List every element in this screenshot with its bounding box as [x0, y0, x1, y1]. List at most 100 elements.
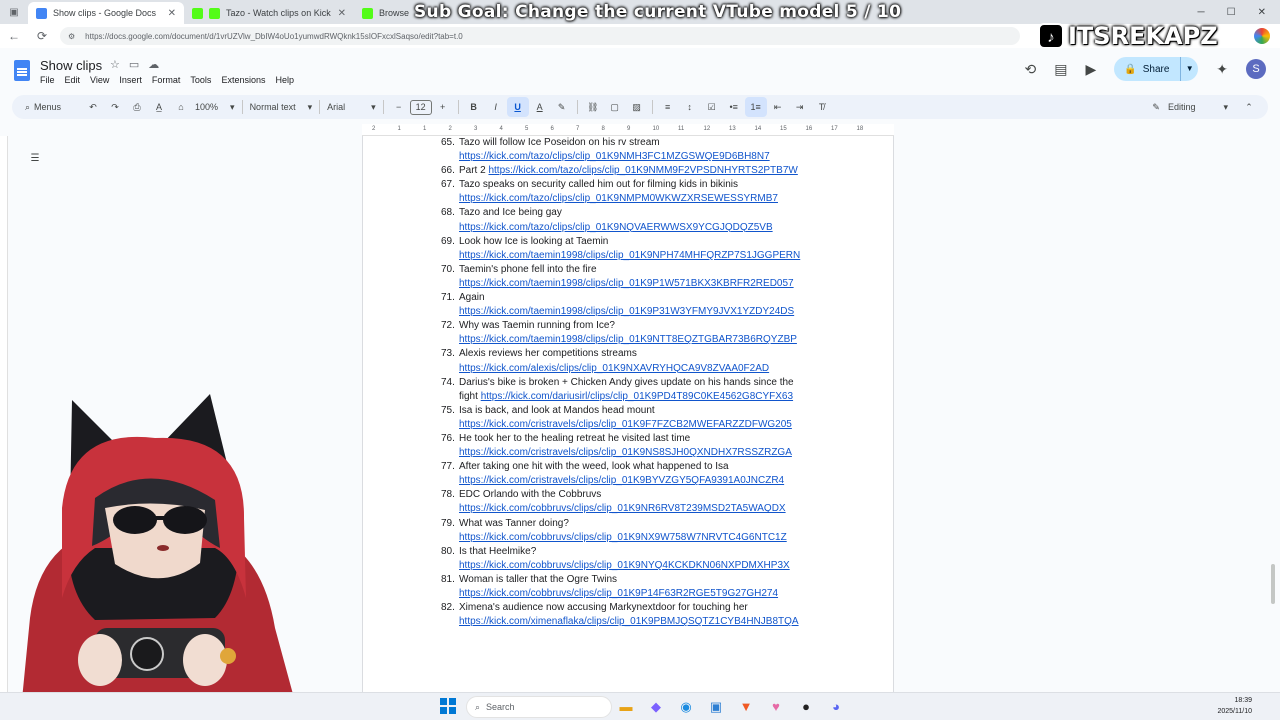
- underline-icon[interactable]: U: [506, 97, 529, 117]
- image-icon[interactable]: ▨: [626, 97, 648, 117]
- comments-icon[interactable]: ▤: [1054, 61, 1067, 78]
- menu-format[interactable]: Format: [152, 75, 181, 85]
- url-field[interactable]: ⚙ https://docs.google.com/document/d/1vr…: [60, 27, 1020, 45]
- line-spacing-icon[interactable]: ↕: [679, 97, 701, 117]
- maximize-icon[interactable]: ☐: [1227, 7, 1236, 18]
- document-title[interactable]: Show clips: [40, 58, 102, 73]
- history-icon[interactable]: ⟲: [1025, 61, 1037, 78]
- italic-icon[interactable]: I: [485, 97, 507, 117]
- menu-extensions[interactable]: Extensions: [221, 75, 265, 85]
- edge-icon[interactable]: ◉: [676, 697, 696, 717]
- paint-format-icon[interactable]: ⌂: [170, 97, 192, 117]
- star-icon[interactable]: ☆: [110, 58, 120, 71]
- ruler-mark: 13: [729, 126, 736, 132]
- obs-icon[interactable]: ●: [796, 697, 816, 717]
- bulleted-list-icon[interactable]: •≡: [723, 97, 745, 117]
- document-outline-icon[interactable]: ☰: [26, 150, 44, 168]
- kick-icon: [192, 7, 203, 19]
- redo-icon[interactable]: ↷: [104, 97, 126, 117]
- tab-actions-icon[interactable]: ▣: [0, 7, 28, 18]
- gemini-icon[interactable]: ✦: [1216, 61, 1228, 78]
- clear-formatting-icon[interactable]: T̸: [811, 97, 833, 117]
- chevron-down-icon[interactable]: ▼: [1180, 57, 1198, 81]
- minimize-icon[interactable]: ─: [1198, 7, 1205, 18]
- checklist-icon[interactable]: ☑: [701, 97, 723, 117]
- font-size-field[interactable]: 12: [409, 99, 432, 115]
- clip-link[interactable]: https://kick.com/taemin1998/clips/clip_0…: [459, 250, 800, 261]
- undo-icon[interactable]: ↶: [82, 97, 104, 117]
- discord-icon[interactable]: ◕: [826, 697, 846, 717]
- clip-link[interactable]: https://kick.com/tazo/clips/clip_01K9NMM…: [488, 165, 797, 176]
- zoom-select[interactable]: 100% ▾: [192, 97, 238, 117]
- store-icon[interactable]: ▣: [706, 697, 726, 717]
- numbered-list-icon[interactable]: 1≡: [744, 97, 767, 117]
- style-select[interactable]: Normal text ▾: [247, 97, 316, 117]
- tab-browse[interactable]: Browse: [354, 2, 414, 24]
- list-number: 67.: [441, 179, 455, 191]
- clip-link[interactable]: https://kick.com/tazo/clips/clip_01K9NMP…: [459, 193, 778, 204]
- clip-link[interactable]: https://kick.com/cobbruvs/clips/clip_01K…: [459, 503, 786, 514]
- meet-icon[interactable]: ▶: [1085, 61, 1096, 78]
- clip-link[interactable]: https://kick.com/cristravels/clips/clip_…: [459, 447, 792, 458]
- tab-tazo-kick[interactable]: Tazo - Watch clips on Kick ✕: [184, 2, 354, 24]
- menu-file[interactable]: File: [40, 75, 55, 85]
- back-icon[interactable]: ←: [0, 29, 28, 43]
- copilot-icon[interactable]: ◆: [646, 697, 666, 717]
- clip-link[interactable]: https://kick.com/dariusirl/clips/clip_01…: [481, 391, 793, 402]
- docs-logo-icon[interactable]: [14, 60, 30, 81]
- avatar[interactable]: S: [1246, 59, 1266, 79]
- font-select[interactable]: Arial ▾: [324, 97, 379, 117]
- comment-icon[interactable]: ▢: [604, 97, 626, 117]
- close-window-icon[interactable]: ✕: [1258, 7, 1266, 18]
- title-icons: ☆ ▭ ☁: [110, 58, 159, 71]
- decrease-font-icon[interactable]: −: [388, 97, 410, 117]
- menu-tools[interactable]: Tools: [190, 75, 211, 85]
- file-explorer-icon[interactable]: ▬: [616, 697, 636, 717]
- document-page[interactable]: 65. Tazo will follow Ice Poseidon on his …: [362, 136, 894, 692]
- taskbar-search[interactable]: ⌕ Search: [466, 696, 612, 718]
- scrollbar[interactable]: [1271, 564, 1275, 604]
- close-icon[interactable]: ✕: [168, 8, 176, 19]
- bold-icon[interactable]: B: [463, 97, 485, 117]
- spellcheck-icon[interactable]: A̲: [148, 97, 170, 117]
- menu-edit[interactable]: Edit: [65, 75, 81, 85]
- extension-icon[interactable]: [1254, 28, 1270, 44]
- brave-icon[interactable]: ▼: [736, 697, 756, 717]
- site-info-icon[interactable]: ⚙: [68, 32, 75, 41]
- app-icon[interactable]: ♥: [766, 697, 786, 717]
- menus-search[interactable]: ⌕ Menus: [22, 97, 82, 117]
- highlight-icon[interactable]: ✎: [551, 97, 573, 117]
- print-icon[interactable]: ⎙: [126, 97, 148, 117]
- align-icon[interactable]: ≡: [657, 97, 679, 117]
- clip-link[interactable]: https://kick.com/cobbruvs/clips/clip_01K…: [459, 560, 790, 571]
- increase-indent-icon[interactable]: ⇥: [789, 97, 811, 117]
- clip-link[interactable]: https://kick.com/cobbruvs/clips/clip_01K…: [459, 532, 787, 543]
- share-button[interactable]: 🔒 Share ▼: [1114, 57, 1199, 81]
- windows-start-icon[interactable]: [440, 698, 456, 714]
- clip-link[interactable]: https://kick.com/ximenaflaka/clips/clip_…: [459, 616, 799, 627]
- clip-link[interactable]: https://kick.com/cristravels/clips/clip_…: [459, 475, 784, 486]
- decrease-indent-icon[interactable]: ⇤: [767, 97, 789, 117]
- text-color-icon[interactable]: A: [529, 97, 551, 117]
- reload-icon[interactable]: ⟳: [28, 29, 56, 43]
- menu-view[interactable]: View: [90, 75, 109, 85]
- clip-link[interactable]: https://kick.com/tazo/clips/clip_01K9NMH…: [459, 151, 770, 162]
- clip-link[interactable]: https://kick.com/taemin1998/clips/clip_0…: [459, 278, 794, 289]
- clip-link[interactable]: https://kick.com/cobbruvs/clips/clip_01K…: [459, 588, 778, 599]
- clip-link[interactable]: https://kick.com/taemin1998/clips/clip_0…: [459, 306, 794, 317]
- menu-help[interactable]: Help: [275, 75, 294, 85]
- horizontal-ruler[interactable]: 2 1 1 2 3 4 5 6 7 8 9 10 11 12 13 14 15 16 17 18: [362, 124, 894, 136]
- clip-link[interactable]: https://kick.com/cristravels/clips/clip_…: [459, 419, 792, 430]
- increase-font-icon[interactable]: +: [432, 97, 454, 117]
- cloud-status-icon[interactable]: ☁: [148, 58, 159, 71]
- link-icon[interactable]: ⛓: [582, 97, 604, 117]
- close-icon[interactable]: ✕: [338, 8, 346, 19]
- move-folder-icon[interactable]: ▭: [129, 58, 139, 71]
- collapse-menu-icon[interactable]: ⌃: [1238, 97, 1260, 117]
- menu-insert[interactable]: Insert: [119, 75, 142, 85]
- system-clock[interactable]: 18:39 2025/11/10: [1217, 695, 1252, 717]
- clip-link[interactable]: https://kick.com/taemin1998/clips/clip_0…: [459, 334, 797, 345]
- clip-link[interactable]: https://kick.com/alexis/clips/clip_01K9N…: [459, 363, 769, 374]
- tab-show-clips[interactable]: Show clips - Google Docs ✕: [28, 2, 184, 24]
- clip-link[interactable]: https://kick.com/tazo/clips/clip_01K9NQV…: [459, 222, 773, 233]
